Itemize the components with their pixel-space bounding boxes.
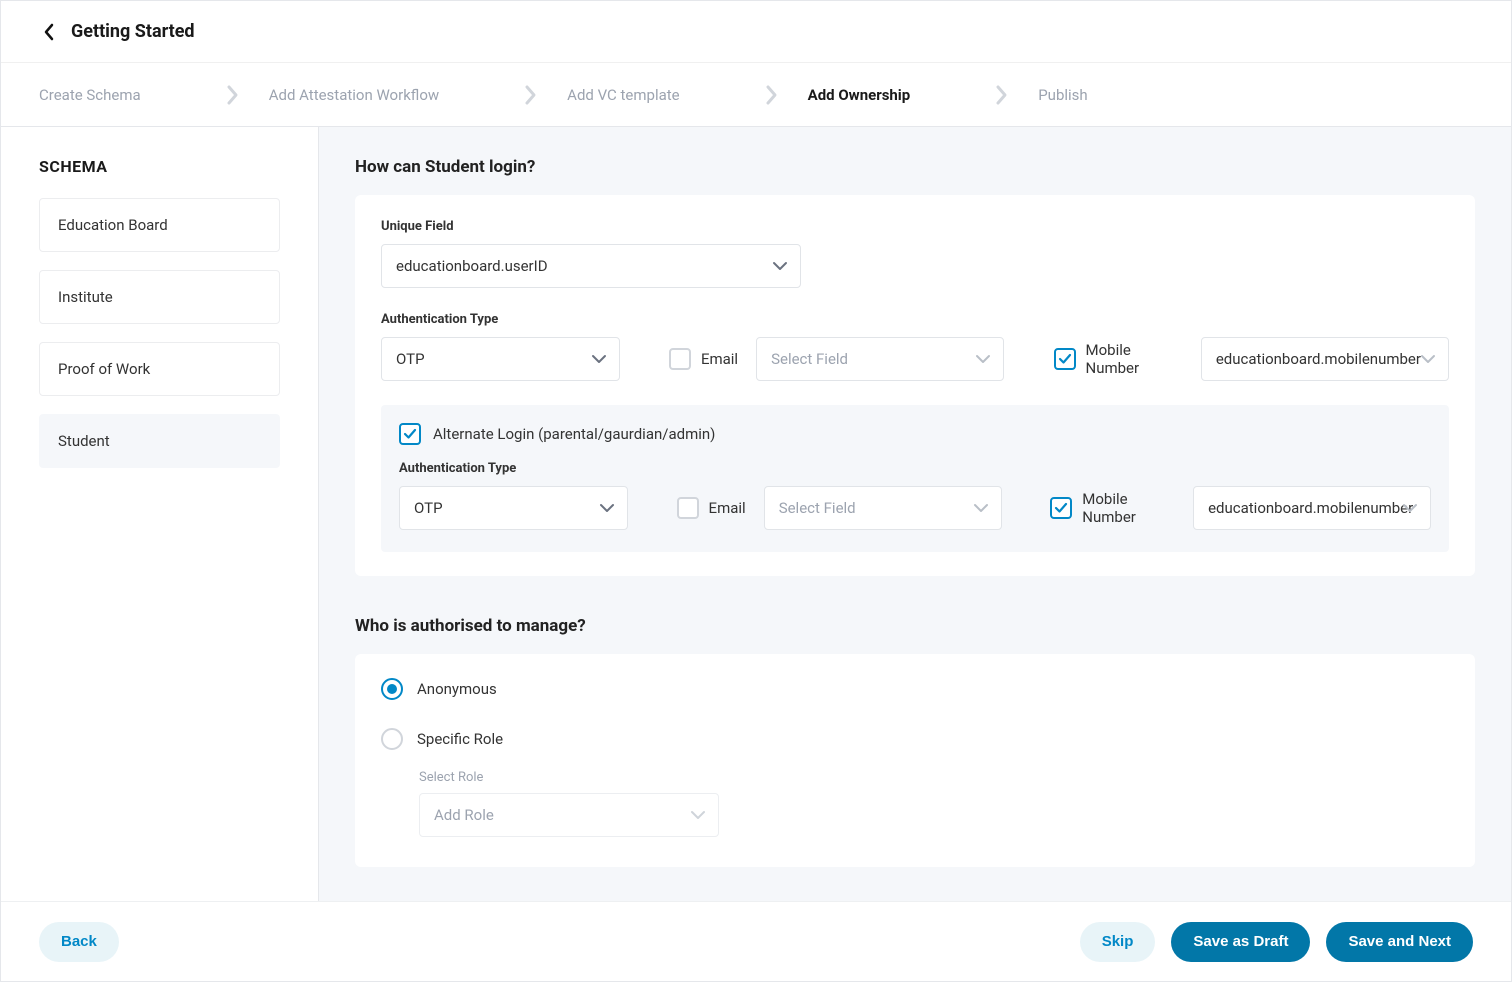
select-role-field: Select Role Add Role [419,770,1449,837]
stepper: Create Schema Add Attestation Workflow A… [1,63,1511,127]
radio-specific-role[interactable]: Specific Role [381,728,1449,750]
login-section-title: How can Student login? [355,157,1475,177]
step-create-schema[interactable]: Create Schema [39,85,269,105]
step-label: Add Ownership [808,86,993,104]
auth-type-label: Authentication Type [381,312,1449,327]
sidebar-title: SCHEMA [39,157,280,176]
back-button[interactable]: Back [39,922,119,962]
select-role-select[interactable]: Add Role [419,793,719,837]
chevron-down-icon [1402,499,1418,517]
step-publish[interactable]: Publish [1038,86,1169,104]
alt-email-field-select[interactable]: Select Field [764,486,1002,530]
chevron-down-icon [690,806,706,824]
mobile-field-select[interactable]: educationboard.mobilenumber [1201,337,1449,381]
select-value: OTP [396,350,425,368]
select-value: educationboard.mobilenumber [1216,350,1421,368]
chevron-right-icon [992,85,1012,105]
unique-field-select[interactable]: educationboard.userID [381,244,801,288]
alt-auth-type-select[interactable]: OTP [399,486,628,530]
step-vc-template[interactable]: Add VC template [567,85,807,105]
alt-auth-type-label: Authentication Type [399,461,1431,476]
footer: Back Skip Save as Draft Save and Next [1,901,1511,981]
step-label: Publish [1038,86,1169,104]
chevron-right-icon [223,85,243,105]
manage-card: Anonymous Specific Role Select Role Add … [355,654,1475,867]
select-value: OTP [414,499,443,517]
specific-role-label: Specific Role [417,730,503,748]
select-value: educationboard.mobilenumber [1208,499,1413,517]
step-label: Add VC template [567,86,761,104]
sidebar-item-institute[interactable]: Institute [39,270,280,324]
chevron-down-icon [973,499,989,517]
chevron-right-icon [762,85,782,105]
chevron-down-icon [1420,350,1436,368]
chevron-down-icon [591,350,607,368]
auth-type-select[interactable]: OTP [381,337,620,381]
alt-mobile-checkbox[interactable] [1050,497,1072,519]
alternate-login-panel: Alternate Login (parental/gaurdian/admin… [381,405,1449,552]
chevron-down-icon [772,257,788,275]
alt-mobile-field-select[interactable]: educationboard.mobilenumber [1193,486,1431,530]
unique-field-label: Unique Field [381,219,1449,234]
email-checkbox[interactable] [669,348,691,370]
mobile-checkbox[interactable] [1054,348,1076,370]
page-title: Getting Started [71,21,195,42]
radio-anonymous[interactable]: Anonymous [381,678,1449,700]
page-header: Getting Started [1,1,1511,63]
step-attestation[interactable]: Add Attestation Workflow [269,85,567,105]
chevron-right-icon [521,85,541,105]
alt-mobile-label: Mobile Number [1082,490,1175,526]
sidebar-item-proof-of-work[interactable]: Proof of Work [39,342,280,396]
alt-email-checkbox[interactable] [677,497,699,519]
chevron-down-icon [599,499,615,517]
email-field-select[interactable]: Select Field [756,337,1004,381]
manage-section-title: Who is authorised to manage? [355,616,1475,636]
select-placeholder: Select Field [779,499,856,517]
mobile-label: Mobile Number [1086,341,1183,377]
chevron-down-icon [975,350,991,368]
radio-icon [381,728,403,750]
step-label: Add Attestation Workflow [269,86,521,104]
sidebar-item-student[interactable]: Student [39,414,280,468]
main-content: How can Student login? Unique Field educ… [319,127,1511,901]
select-value: educationboard.userID [396,257,548,275]
save-draft-button[interactable]: Save as Draft [1171,922,1310,962]
email-label: Email [701,350,738,368]
alternate-login-checkbox[interactable] [399,423,421,445]
save-next-button[interactable]: Save and Next [1326,922,1473,962]
select-placeholder: Add Role [434,806,494,824]
alternate-login-label: Alternate Login (parental/gaurdian/admin… [433,425,715,443]
login-card: Unique Field educationboard.userID Authe… [355,195,1475,576]
schema-sidebar: SCHEMA Education Board Institute Proof o… [1,127,319,901]
select-role-label: Select Role [419,770,1449,785]
radio-icon [381,678,403,700]
select-placeholder: Select Field [771,350,848,368]
back-chevron-icon[interactable] [39,22,59,42]
step-label: Create Schema [39,86,223,104]
step-ownership[interactable]: Add Ownership [808,85,1039,105]
skip-button[interactable]: Skip [1080,922,1156,962]
alt-email-label: Email [709,499,746,517]
anonymous-label: Anonymous [417,680,497,698]
sidebar-item-education-board[interactable]: Education Board [39,198,280,252]
